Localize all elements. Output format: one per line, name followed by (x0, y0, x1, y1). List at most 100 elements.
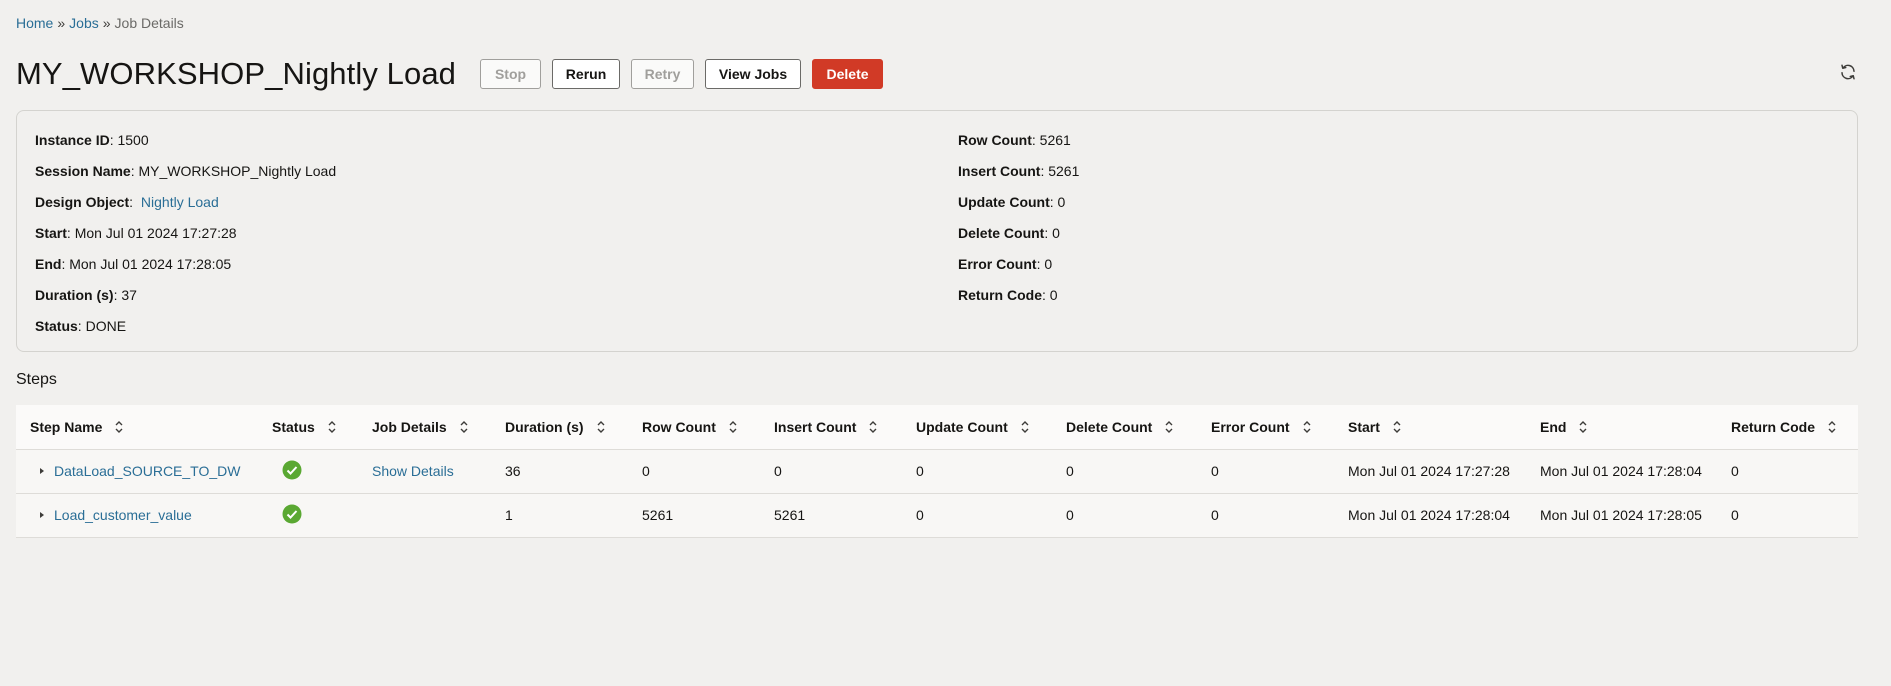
refresh-icon[interactable] (1838, 62, 1858, 82)
column-header-label: End (1540, 418, 1567, 435)
column-header-row-count[interactable]: Row Count (628, 405, 760, 450)
column-header-duration[interactable]: Duration (s) (491, 405, 628, 450)
start-cell: Mon Jul 01 2024 17:27:28 (1348, 463, 1510, 479)
field-value: 0 (1044, 256, 1053, 272)
delete-count-cell: 0 (1066, 463, 1074, 479)
caret-right-icon[interactable] (38, 507, 50, 523)
session-name-field: Session Name: MY_WORKSHOP_Nightly Load (35, 163, 337, 179)
field-label: Instance ID (35, 132, 110, 148)
insert-count-field: Insert Count: 5261 (958, 163, 1080, 179)
column-header-insert-count[interactable]: Insert Count (760, 405, 902, 450)
field-label: Design Object (35, 194, 130, 210)
error-count-field: Error Count: 0 (958, 256, 1053, 272)
delete-count-field: Delete Count: 0 (958, 225, 1060, 241)
step-name-link[interactable]: DataLoad_SOURCE_TO_DW (54, 463, 240, 479)
sort-icon[interactable] (1020, 420, 1030, 434)
sort-icon[interactable] (1302, 420, 1312, 434)
breadcrumb-separator: » (102, 15, 111, 31)
sort-icon[interactable] (1164, 420, 1174, 434)
table-header-row: Step Name Status Job Details Duration (s… (16, 405, 1858, 450)
field-label: Update Count (958, 194, 1050, 210)
retry-button[interactable]: Retry (631, 59, 695, 89)
info-column-left: Instance ID: 1500 Session Name: MY_WORKS… (35, 130, 336, 347)
field-label: Return Code (958, 287, 1042, 303)
show-details-link[interactable]: Show Details (372, 463, 454, 479)
sort-icon[interactable] (868, 420, 878, 434)
update-count-cell: 0 (916, 507, 924, 523)
steps-table: Step Name Status Job Details Duration (s… (16, 405, 1858, 538)
duration-cell: 1 (505, 507, 513, 523)
start-field: Start: Mon Jul 01 2024 17:27:28 (35, 225, 237, 241)
breadcrumb-current: Job Details (114, 15, 184, 31)
field-value: 5261 (1039, 132, 1071, 148)
row-count-cell: 5261 (642, 507, 674, 523)
breadcrumb: Home» Jobs» Job Details (16, 15, 184, 31)
caret-right-icon[interactable] (38, 463, 50, 479)
column-header-return-code[interactable]: Return Code (1717, 405, 1858, 450)
breadcrumb-jobs-link[interactable]: Jobs (69, 15, 99, 31)
column-header-update-count[interactable]: Update Count (902, 405, 1052, 450)
field-value: 0 (1057, 194, 1066, 210)
table-row[interactable]: DataLoad_SOURCE_TO_DW Show Details 36 0 … (16, 449, 1858, 493)
sort-icon[interactable] (728, 420, 738, 434)
column-header-job-details[interactable]: Job Details (358, 405, 491, 450)
sort-icon[interactable] (114, 420, 124, 434)
column-header-label: Insert Count (774, 418, 857, 435)
design-object-field: Design Object: Nightly Load (35, 194, 219, 210)
view-jobs-button[interactable]: View Jobs (705, 59, 802, 89)
column-header-end[interactable]: End (1526, 405, 1717, 450)
field-label: Error Count (958, 256, 1037, 272)
return-code-cell: 0 (1731, 507, 1739, 523)
job-info-panel: Instance ID: 1500 Session Name: MY_WORKS… (16, 110, 1858, 352)
column-header-label: Start (1348, 418, 1380, 435)
column-header-label: Delete Count (1066, 418, 1153, 435)
stop-button[interactable]: Stop (480, 59, 542, 89)
column-header-status[interactable]: Status (258, 405, 358, 450)
status-cell (258, 449, 358, 493)
field-value: Mon Jul 01 2024 17:28:05 (69, 256, 232, 272)
rerun-button[interactable]: Rerun (552, 59, 621, 89)
design-object-link[interactable]: Nightly Load (141, 194, 219, 210)
column-header-label: Status (272, 418, 315, 435)
column-header-label: Update Count (916, 418, 1008, 435)
end-cell: Mon Jul 01 2024 17:28:04 (1540, 463, 1702, 479)
return-code-cell: 0 (1731, 463, 1739, 479)
instance-id-field: Instance ID: 1500 (35, 132, 149, 148)
end-cell: Mon Jul 01 2024 17:28:05 (1540, 507, 1702, 523)
column-header-start[interactable]: Start (1334, 405, 1526, 450)
field-value: Mon Jul 01 2024 17:27:28 (74, 225, 237, 241)
field-label: Duration (s) (35, 287, 114, 303)
delete-count-cell: 0 (1066, 507, 1074, 523)
error-count-cell: 0 (1211, 507, 1219, 523)
job-details-cell: Show Details (358, 449, 491, 493)
field-value: 1500 (117, 132, 149, 148)
column-header-label: Row Count (642, 418, 716, 435)
insert-count-cell: 0 (774, 463, 782, 479)
delete-button[interactable]: Delete (812, 59, 884, 89)
column-header-step-name[interactable]: Step Name (16, 405, 258, 450)
field-label: Insert Count (958, 163, 1041, 179)
column-header-label: Job Details (372, 418, 447, 435)
info-column-right: Row Count: 5261 Insert Count: 5261 Updat… (958, 130, 1079, 316)
breadcrumb-home-link[interactable]: Home (16, 15, 53, 31)
step-name-cell: Load_customer_value (16, 493, 258, 537)
sort-icon[interactable] (596, 420, 606, 434)
update-count-field: Update Count: 0 (958, 194, 1066, 210)
column-header-label: Return Code (1731, 418, 1815, 435)
sort-icon[interactable] (1827, 420, 1837, 434)
field-value: MY_WORKSHOP_Nightly Load (138, 163, 337, 179)
end-field: End: Mon Jul 01 2024 17:28:05 (35, 256, 232, 272)
field-value: 0 (1049, 287, 1058, 303)
step-name-cell: DataLoad_SOURCE_TO_DW (16, 449, 258, 493)
step-name-link[interactable]: Load_customer_value (54, 507, 192, 523)
field-label: Session Name (35, 163, 131, 179)
sort-icon[interactable] (327, 420, 337, 434)
table-row[interactable]: Load_customer_value 1 5261 5261 0 0 0 Mo… (16, 493, 1858, 537)
column-header-error-count[interactable]: Error Count (1197, 405, 1334, 450)
column-header-delete-count[interactable]: Delete Count (1052, 405, 1197, 450)
job-details-cell (358, 493, 491, 537)
sort-icon[interactable] (459, 420, 469, 434)
field-label: Status (35, 318, 78, 334)
sort-icon[interactable] (1392, 420, 1402, 434)
sort-icon[interactable] (1578, 420, 1588, 434)
